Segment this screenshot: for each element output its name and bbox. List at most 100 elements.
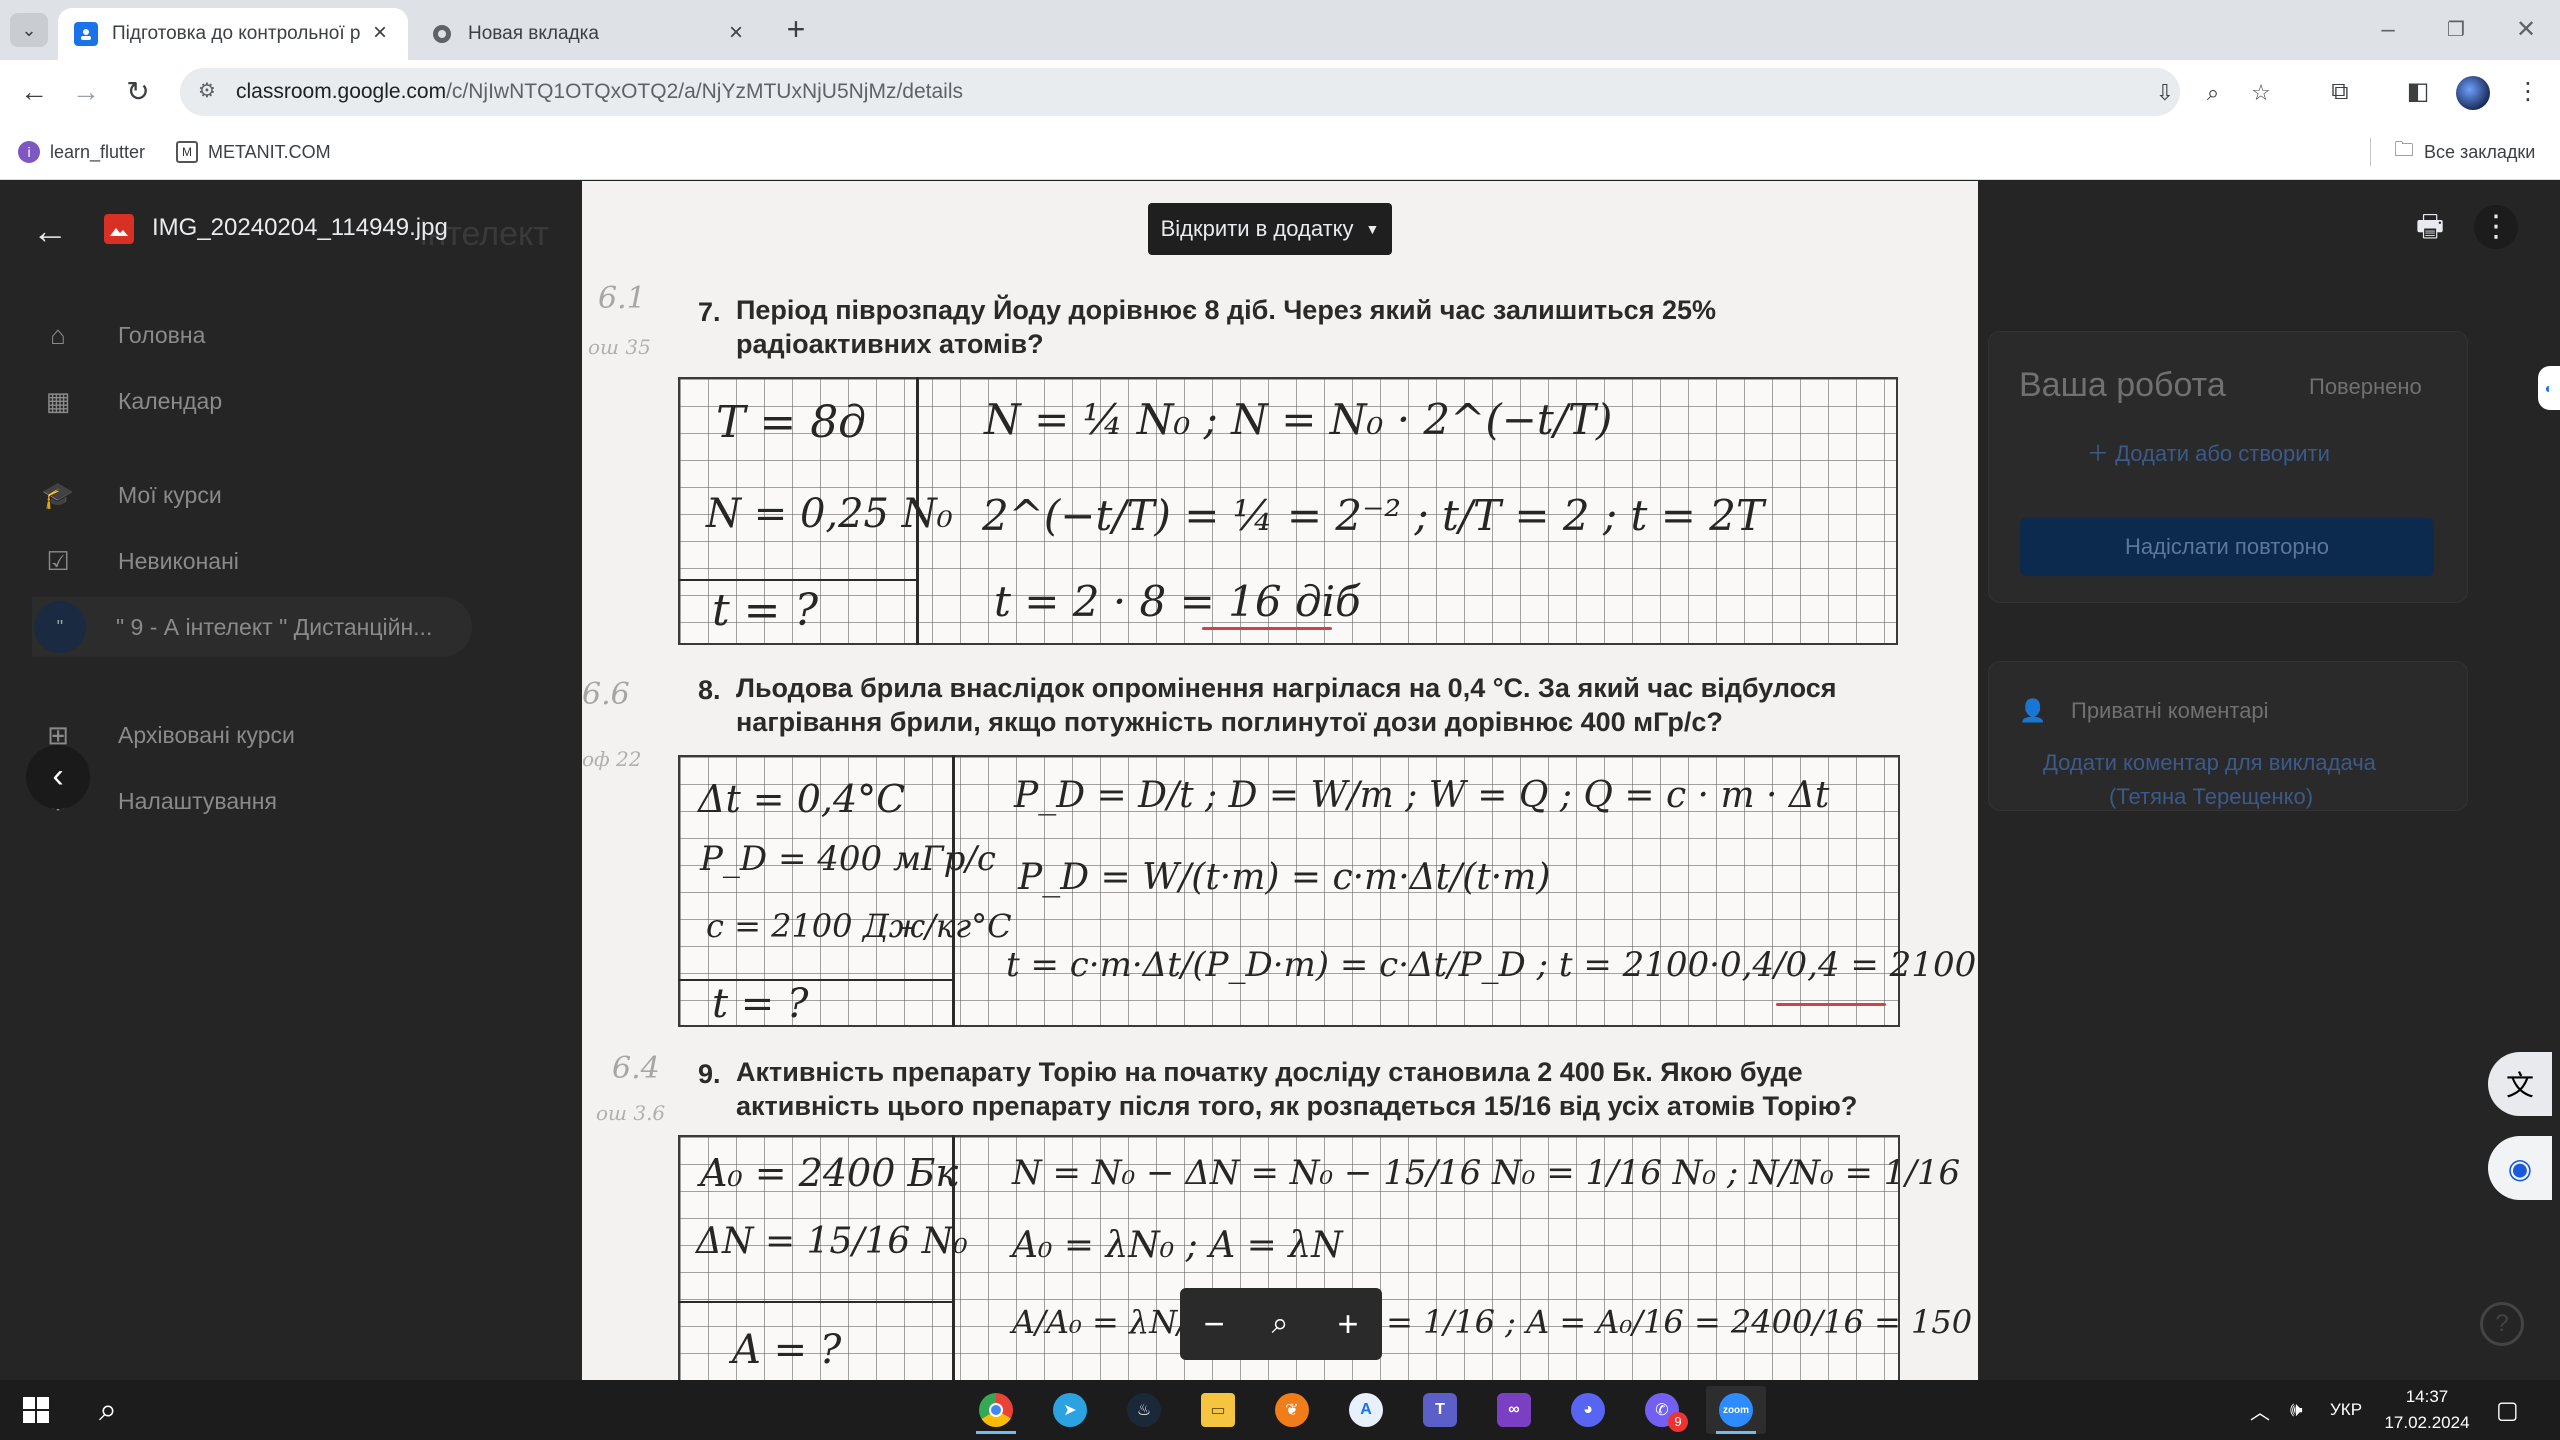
bookmark-star-icon[interactable]: ☆ (2246, 78, 2276, 108)
unknown-value: t = ? (712, 585, 819, 636)
given-value: N = 0,25 N₀ (706, 491, 953, 537)
help-icon[interactable]: ? (2480, 1302, 2524, 1346)
language-indicator[interactable]: УКР (2330, 1380, 2362, 1440)
classroom-favicon-icon (74, 22, 98, 46)
solution-answer: A/A₀ = λN/λN₀ = N/N₀ = 1/16 ; A = A₀/16 … (1012, 1303, 1978, 1341)
zoom-app-icon: zoom (1719, 1393, 1753, 1427)
menu-kebab-icon[interactable]: ⋮ (2510, 74, 2546, 110)
telegram-icon: ➤ (1053, 1393, 1087, 1427)
margin-note: 6.6 (582, 677, 630, 712)
taskbar-steam[interactable]: ♨ (1114, 1386, 1174, 1434)
site-info-icon[interactable]: ⚙ (192, 78, 222, 106)
reload-icon[interactable]: ↻ (118, 72, 158, 112)
assistant-fab[interactable]: ◉ (2488, 1136, 2552, 1200)
tab-strip: ⌄ Підготовка до контрольної ро × Новая в… (0, 0, 2560, 60)
zoom-in-icon[interactable]: + (1326, 1302, 1370, 1346)
sidebar-item-class[interactable]: " " 9 - А інтелект " Дистанційн... (32, 597, 472, 657)
taskbar-chrome[interactable] (966, 1386, 1026, 1434)
new-tab-button[interactable]: + (778, 12, 814, 48)
url-text: classroom.google.com/c/NjIwNTQ1OTQxOTQ2/… (236, 80, 963, 104)
discord-icon: ◕ (1571, 1393, 1605, 1427)
given-value: P_D = 400 мГр/с (700, 839, 996, 879)
bookmark-label: METANIT.COM (208, 141, 331, 162)
sidebar-item-my-courses[interactable]: 🎓 Мої курси (40, 471, 222, 519)
close-tab-icon[interactable]: × (368, 21, 392, 46)
teams-icon: T (1423, 1393, 1457, 1427)
taskbar-visual-studio[interactable]: ∞ (1484, 1386, 1544, 1434)
add-comment-link[interactable]: Додати коментар для викладача (2043, 750, 2376, 776)
taskbar-viber[interactable]: ✆ 9 (1632, 1386, 1692, 1434)
question-text: Льодова брила внаслідок опромінення нагр… (736, 673, 1837, 737)
side-panel-icon[interactable]: ◧ (2400, 74, 2436, 110)
class-avatar: " (34, 601, 86, 653)
caret-down-icon: ▼ (1365, 221, 1380, 237)
resubmit-button[interactable]: Надіслати повторно (2020, 518, 2434, 576)
robot-face-icon: ◉ (2507, 1152, 2533, 1184)
windows-start-icon[interactable] (8, 1386, 64, 1434)
taskbar-teams[interactable]: T (1410, 1386, 1470, 1434)
sidebar-item-label: Архівовані курси (118, 721, 295, 748)
extensions-icon[interactable]: ⧉ (2322, 74, 2358, 110)
chrome-icon (979, 1393, 1013, 1427)
solution-line: P_D = W/(t·m) = c·m·Δt/(t·m) (1018, 857, 1551, 898)
tab-classroom[interactable]: Підготовка до контрольної ро × (58, 8, 408, 60)
sidebar-item-calendar[interactable]: ▦ Календар (40, 377, 222, 425)
close-tab-icon[interactable]: × (724, 21, 748, 46)
search-icon[interactable]: ⌕ (80, 1386, 136, 1434)
sidebar-item-home[interactable]: ⌂ Головна (40, 311, 205, 359)
open-with-button[interactable]: Відкрити в додатку ▼ (1148, 203, 1392, 255)
restore-icon[interactable]: ❐ (2436, 10, 2476, 50)
margin-note: ош 3.6 (596, 1101, 666, 1125)
address-bar[interactable]: ⚙ classroom.google.com/c/NjIwNTQ1OTQxOTQ… (180, 68, 2271, 116)
sidebar-item-label: Головна (118, 321, 206, 348)
minimize-icon[interactable]: – (2368, 10, 2408, 50)
notifications-icon[interactable]: ▢ (2496, 1380, 2519, 1440)
more-actions-icon[interactable]: ⋮ (2474, 205, 2518, 249)
translate-fab[interactable]: 文 (2488, 1052, 2552, 1116)
tray-overflow-icon[interactable]: ︿ (2250, 1380, 2270, 1440)
given-value: T = 8д (716, 397, 867, 448)
tab-search-button[interactable]: ⌄ (10, 13, 48, 47)
install-app-icon[interactable]: ⇩ (2150, 78, 2180, 108)
taskbar-telegram[interactable]: ➤ (1040, 1386, 1100, 1434)
taskbar-fruity[interactable]: ❦ (1262, 1386, 1322, 1434)
back-icon[interactable]: ← (14, 72, 54, 112)
zoom-reset-magnifier-icon[interactable]: ⌕ (1258, 1302, 1302, 1346)
all-bookmarks-button[interactable]: 🗀 Все закладки (2394, 138, 2535, 166)
chevron-down-icon: ⌄ (21, 19, 37, 40)
visual-studio-icon: ∞ (1497, 1393, 1531, 1427)
print-icon[interactable]: 🖶 (2408, 205, 2452, 249)
add-create-button[interactable]: ＋ Додати або створити (2087, 436, 2330, 468)
volume-icon[interactable]: 🕪 (2290, 1380, 2303, 1440)
sidebar-item-label: " 9 - А інтелект " Дистанційн... (116, 613, 433, 640)
tab-title: Підготовка до контрольної ро (112, 23, 360, 44)
question-number: 9. (698, 1059, 721, 1089)
open-with-label: Відкрити в додатку (1160, 216, 1354, 241)
question-number: 8. (698, 675, 721, 705)
url-host: classroom.google.com (236, 80, 447, 103)
taskbar-zoom[interactable]: zoom (1706, 1386, 1766, 1434)
zoom-controls: − ⌕ + (1180, 1288, 1382, 1360)
sidebar-item-todo[interactable]: ☑ Невиконані (40, 537, 239, 585)
taskbar-app-store[interactable]: A (1336, 1386, 1396, 1434)
side-extension-tab[interactable]: ◐ (2538, 366, 2560, 410)
tab-title: Новая вкладка (468, 23, 599, 44)
close-viewer-arrow-icon[interactable]: ← (32, 211, 72, 251)
person-icon: 👤 (2019, 698, 2047, 723)
window-close-icon[interactable]: ✕ (2506, 10, 2546, 50)
bookmark-metanit[interactable]: M METANIT.COM (176, 138, 331, 166)
grid-divider (952, 755, 955, 1027)
taskbar-discord[interactable]: ◕ (1558, 1386, 1618, 1434)
zoom-icon[interactable]: ⌕ (2198, 78, 2228, 108)
tab-new[interactable]: Новая вкладка × (414, 8, 764, 60)
os-taskbar: ⌕ ➤ ♨ ▭ ❦ A T ∞ ◕ ✆ 9 zoom ︿ 🕪 УКР 14:37… (0, 1380, 2560, 1440)
bookmark-learn-flutter[interactable]: i learn_flutter (18, 138, 145, 166)
forward-icon[interactable]: → (66, 72, 106, 112)
profile-avatar[interactable] (2456, 76, 2490, 110)
zoom-out-icon[interactable]: − (1192, 1302, 1236, 1346)
system-clock[interactable]: 14:37 17.02.2024 (2372, 1384, 2482, 1436)
answer-underline (1202, 627, 1332, 630)
taskbar-explorer[interactable]: ▭ (1188, 1386, 1248, 1434)
previous-file-chevron-icon[interactable]: ‹ (26, 745, 90, 809)
margin-note: 6.4 (612, 1051, 660, 1086)
